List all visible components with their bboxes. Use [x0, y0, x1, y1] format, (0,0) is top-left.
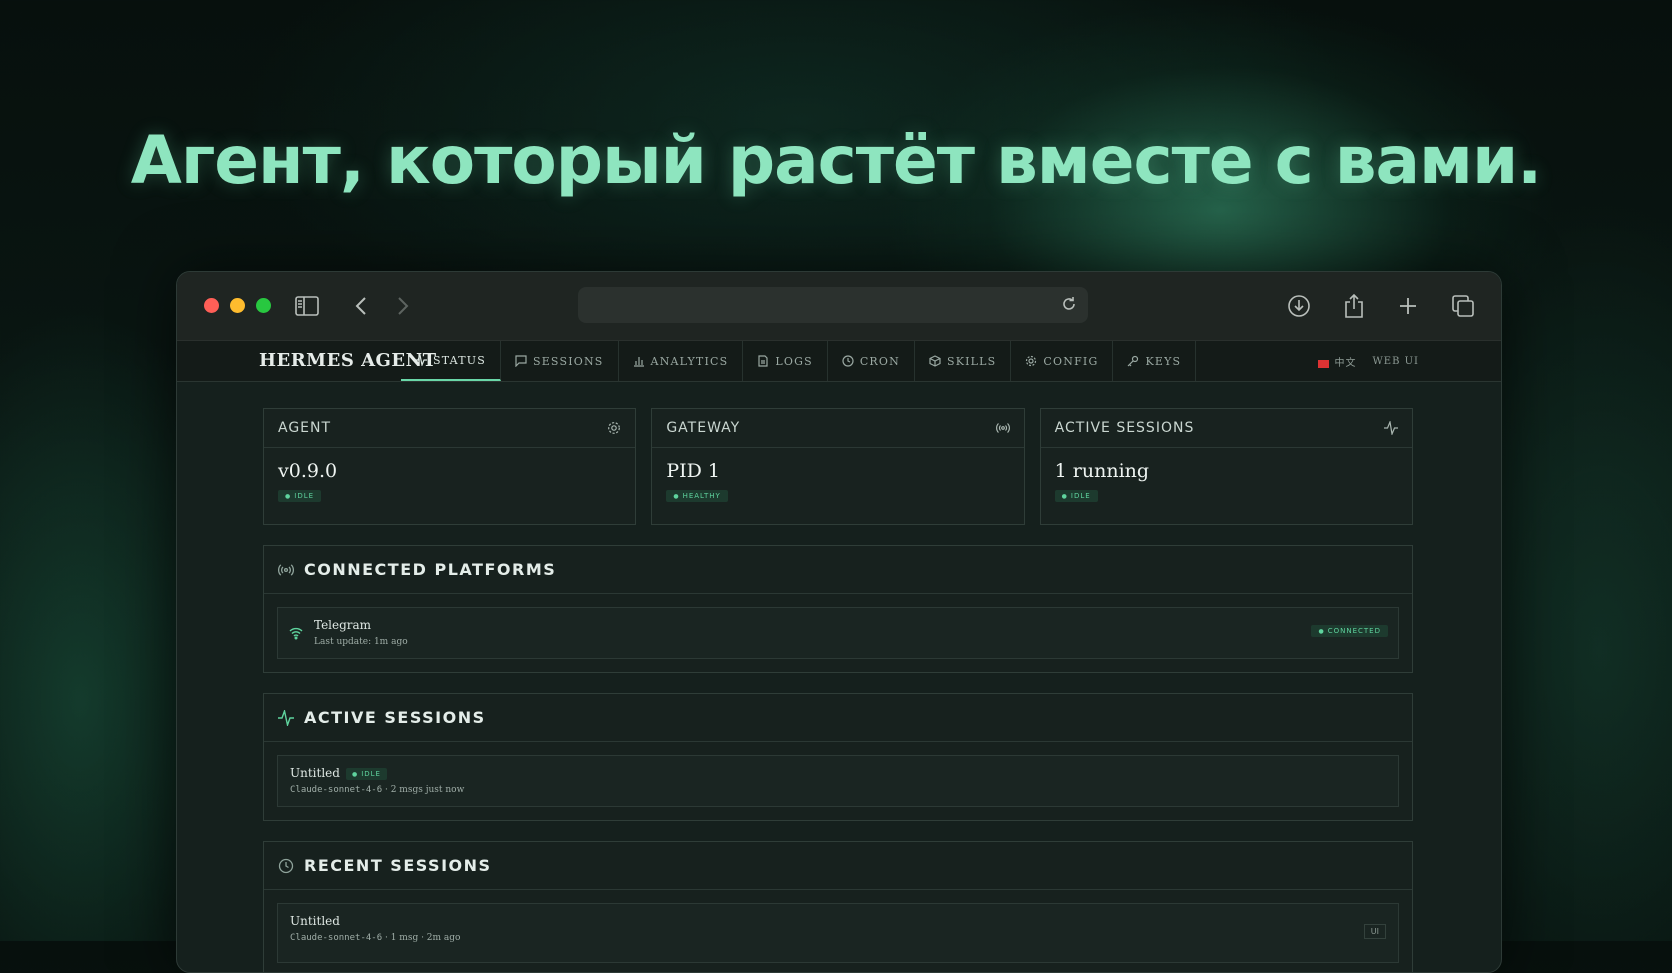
new-tab-icon[interactable]	[1394, 292, 1422, 320]
tab-keys[interactable]: KEYS	[1113, 341, 1197, 381]
panel-title: ACTIVE SESSIONS	[304, 708, 486, 727]
panel-title: RECENT SESSIONS	[304, 856, 492, 875]
recent-sessions-panel: RECENT SESSIONS Untitled Claude-sonnet-4…	[263, 841, 1413, 972]
status-badge: IDLE	[278, 490, 322, 502]
card-title: GATEWAY	[666, 420, 741, 436]
active-sessions-card: ACTIVE SESSIONS 1 running IDLE	[1039, 408, 1413, 525]
agent-version: v0.9.0	[278, 460, 338, 482]
tab-label: CRON	[859, 354, 900, 368]
sessions-count: 1 running	[1054, 460, 1150, 482]
nav-right: 中文 WEB UI	[1317, 354, 1419, 369]
card-title: AGENT	[278, 420, 332, 436]
session-info: · 2 msgs just now	[382, 785, 465, 795]
language-switch[interactable]: 中文	[1317, 354, 1357, 369]
back-icon[interactable]	[347, 292, 375, 320]
card-header: AGENT	[264, 409, 636, 448]
tab-label: KEYS	[1145, 354, 1182, 368]
session-meta: Claude-sonnet-4-6 · 2 msgs just now	[290, 785, 464, 795]
gateway-card: GATEWAY PID 1 HEALTHY	[651, 408, 1025, 525]
card-title: ACTIVE SESSIONS	[1054, 420, 1195, 436]
status-badge: IDLE	[345, 767, 387, 780]
panel-header: RECENT SESSIONS	[264, 842, 1412, 890]
nav-tabs: STATUS SESSIONS ANALYTICS LOGS CRON SKIL…	[401, 341, 1197, 381]
gear-icon	[608, 422, 621, 434]
tab-cron[interactable]: CRON	[828, 341, 915, 381]
panel-header: ACTIVE SESSIONS	[264, 694, 1412, 742]
mode-label: WEB UI	[1372, 356, 1419, 367]
status-badge: HEALTHY	[666, 490, 728, 502]
gateway-pid: PID 1	[666, 460, 720, 482]
sidebar-toggle-icon[interactable]	[293, 292, 321, 320]
download-icon[interactable]	[1285, 292, 1313, 320]
connection-badge: CONNECTED	[1311, 625, 1388, 637]
panel-title: CONNECTED PLATFORMS	[304, 560, 557, 579]
main-content: AGENT v0.9.0 IDLE GATEWAY PID 1 HEALTHY …	[263, 408, 1413, 972]
agent-card: AGENT v0.9.0 IDLE	[263, 408, 637, 525]
tab-analytics[interactable]: ANALYTICS	[619, 341, 744, 381]
session-row[interactable]: Untitled Claude-sonnet-4-6 · 1 msg · 2m …	[277, 903, 1399, 963]
tab-label: CONFIG	[1043, 354, 1099, 368]
session-row[interactable]: Untitled IDLE Claude-sonnet-4-6 · 2 msgs …	[277, 755, 1399, 807]
session-meta: Claude-sonnet-4-6 · 1 msg · 2m ago	[290, 933, 460, 943]
radio-icon	[278, 563, 294, 576]
card-header: GATEWAY	[652, 409, 1024, 448]
tab-overview-icon[interactable]	[1449, 292, 1477, 320]
browser-window: HERMES AGENT STATUS SESSIONS ANALYTICS L…	[176, 271, 1502, 973]
flag-icon	[1317, 359, 1329, 368]
bar-chart-icon	[633, 357, 644, 367]
address-bar[interactable]	[578, 287, 1088, 323]
platform-name: Telegram	[314, 618, 372, 632]
clock-icon	[842, 355, 854, 367]
package-icon	[929, 355, 941, 367]
card-header: ACTIVE SESSIONS	[1040, 409, 1412, 448]
browser-toolbar	[177, 272, 1501, 341]
app-navbar: HERMES AGENT STATUS SESSIONS ANALYTICS L…	[177, 341, 1501, 382]
forward-icon[interactable]	[389, 292, 417, 320]
clock-icon	[278, 858, 294, 873]
tab-label: LOGS	[775, 354, 813, 368]
tab-skills[interactable]: SKILLS	[915, 341, 1012, 381]
status-cards: AGENT v0.9.0 IDLE GATEWAY PID 1 HEALTHY …	[263, 408, 1413, 525]
active-sessions-panel: ACTIVE SESSIONS Untitled IDLE Claude-sonn…	[263, 693, 1413, 821]
minimize-window-button[interactable]	[230, 298, 245, 313]
tab-config[interactable]: CONFIG	[1011, 341, 1114, 381]
activity-icon	[278, 709, 294, 726]
tab-logs[interactable]: LOGS	[743, 341, 828, 381]
connected-platforms-panel: CONNECTED PLATFORMS Telegram Last update…	[263, 545, 1413, 673]
tab-sessions[interactable]: SESSIONS	[501, 341, 619, 381]
session-model: Claude-sonnet-4-6	[290, 785, 383, 795]
share-icon[interactable]	[1340, 292, 1368, 320]
session-info: · 1 msg · 2m ago	[382, 933, 461, 943]
tab-label: STATUS	[433, 353, 486, 367]
panel-header: CONNECTED PLATFORMS	[264, 546, 1412, 594]
zoom-window-button[interactable]	[256, 298, 271, 313]
session-name: Untitled	[290, 766, 340, 780]
tab-label: SKILLS	[946, 354, 997, 368]
chat-icon	[515, 355, 527, 367]
language-label: 中文	[1334, 358, 1357, 369]
session-name: Untitled	[290, 914, 340, 928]
tab-status[interactable]: STATUS	[401, 341, 501, 381]
tab-label: SESSIONS	[532, 354, 604, 368]
status-badge: IDLE	[1054, 490, 1098, 502]
platform-meta: Last update: 1m ago	[314, 637, 408, 647]
tab-label: ANALYTICS	[650, 354, 729, 368]
file-icon	[758, 355, 768, 367]
session-title: Untitled IDLE	[290, 766, 387, 780]
headline: Агент, который растёт вместе с вами.	[130, 122, 1543, 199]
activity-icon	[415, 354, 427, 366]
reload-icon[interactable]	[1058, 293, 1080, 315]
key-icon	[1128, 355, 1139, 367]
session-model: Claude-sonnet-4-6	[290, 933, 383, 943]
activity-icon	[1383, 421, 1398, 435]
gear-icon	[1026, 355, 1037, 367]
platform-row[interactable]: Telegram Last update: 1m ago CONNECTED	[277, 607, 1399, 659]
radio-icon	[995, 423, 1010, 433]
wifi-icon	[289, 627, 303, 640]
close-window-button[interactable]	[204, 298, 219, 313]
source-tag: UI	[1363, 924, 1386, 939]
